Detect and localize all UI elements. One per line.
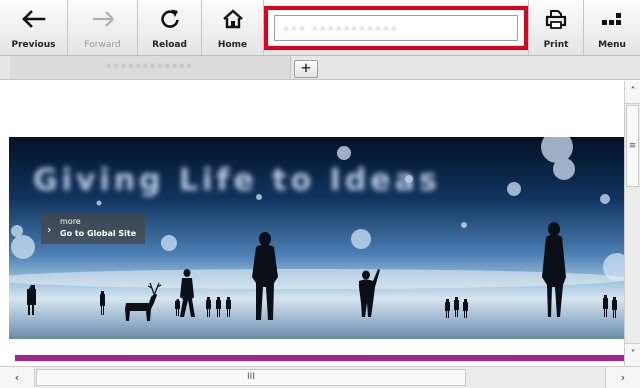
print-button[interactable]: Print xyxy=(528,0,584,55)
reload-icon xyxy=(138,6,201,32)
horizontal-scrollbar[interactable]: ‹ III › xyxy=(0,366,640,388)
hero-banner: Giving Life to Ideas › more Go to Global… xyxy=(9,137,624,339)
forward-label: Forward xyxy=(84,40,121,50)
home-button[interactable]: Home xyxy=(202,0,264,55)
menu-label: Menu xyxy=(598,40,626,50)
home-icon xyxy=(202,6,263,32)
address-bar[interactable]: ••• ••••••••••• xyxy=(274,15,518,41)
address-bar-text: ••• ••••••••••• xyxy=(283,24,399,35)
previous-button[interactable]: Previous xyxy=(0,0,68,55)
hero-title: Giving Life to Ideas xyxy=(33,163,441,198)
browser-tab[interactable]: •••••••••••• xyxy=(10,56,291,79)
vertical-scroll-thumb[interactable]: ≡ xyxy=(626,105,639,187)
print-label: Print xyxy=(543,40,569,50)
horizontal-scroll-thumb[interactable]: III xyxy=(36,369,466,386)
reload-label: Reload xyxy=(152,40,187,50)
home-label: Home xyxy=(217,40,248,50)
reload-button[interactable]: Reload xyxy=(138,0,202,55)
chevron-right-icon: › xyxy=(47,223,52,236)
tab-bar: •••••••••••• + xyxy=(0,56,640,80)
menu-icon xyxy=(584,6,640,32)
new-tab-button[interactable]: + xyxy=(294,60,318,78)
previous-label: Previous xyxy=(11,40,56,50)
arrow-left-icon xyxy=(0,6,67,32)
global-site-link[interactable]: › more Go to Global Site xyxy=(41,214,145,244)
accent-band xyxy=(15,355,624,361)
global-site-label: Go to Global Site xyxy=(60,229,137,238)
vertical-scrollbar[interactable]: ˄ ≡ ˅ xyxy=(624,81,640,366)
menu-button[interactable]: Menu xyxy=(584,0,640,55)
browser-toolbar: Previous Forward Reload Home ••• •••••••… xyxy=(0,0,640,56)
scroll-left-button[interactable]: ‹ xyxy=(0,367,35,388)
forward-button[interactable]: Forward xyxy=(68,0,138,55)
printer-icon xyxy=(529,6,583,32)
scroll-down-button[interactable]: ˅ xyxy=(625,343,640,366)
address-bar-highlight: ••• ••••••••••• xyxy=(264,6,528,50)
more-label: more xyxy=(60,217,81,226)
scroll-up-button[interactable]: ˄ xyxy=(625,81,640,104)
arrow-right-icon xyxy=(68,6,137,32)
tab-title: •••••••••••• xyxy=(106,62,194,72)
scroll-right-button[interactable]: › xyxy=(605,367,640,388)
web-content: Giving Life to Ideas › more Go to Global… xyxy=(0,81,624,366)
